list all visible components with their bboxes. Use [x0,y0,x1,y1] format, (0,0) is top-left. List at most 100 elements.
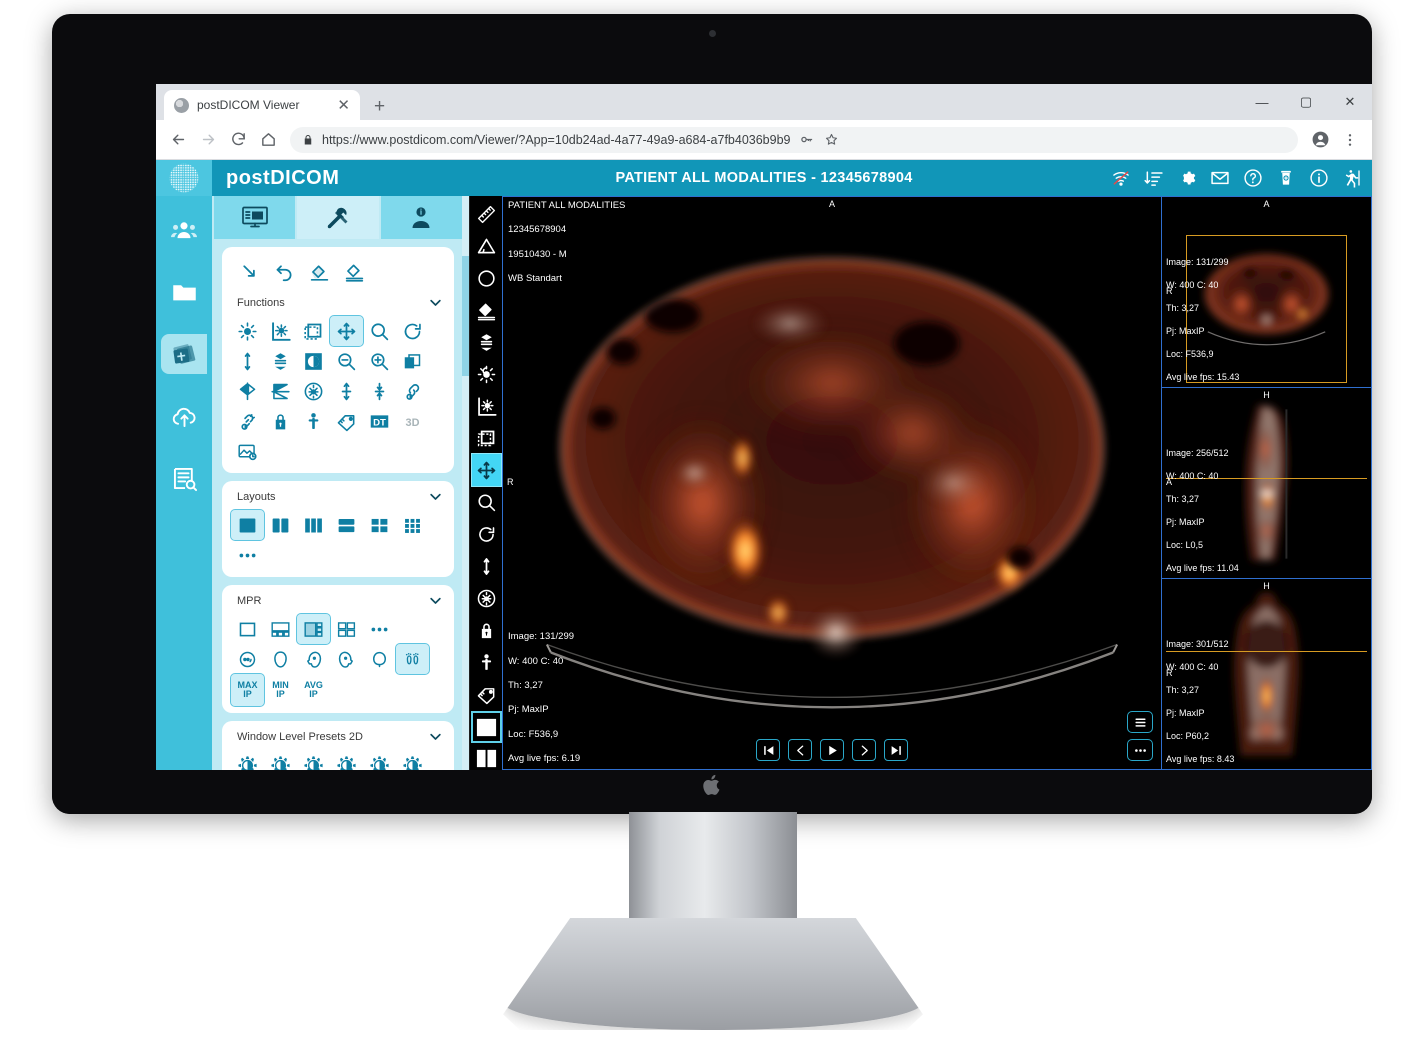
brightness-icon[interactable] [231,316,264,346]
flip-vertical-icon[interactable] [472,550,501,582]
patient-orientation-icon[interactable] [297,406,330,436]
reset-icon[interactable] [297,376,330,406]
sidebar-item-upload[interactable] [161,396,207,436]
close-window-button[interactable]: ✕ [1328,86,1372,118]
minimize-button[interactable]: — [1240,86,1284,118]
layout-1x3-icon[interactable] [297,510,330,540]
minip-button[interactable]: MIN IP [264,674,297,706]
viewport-more-button[interactable] [1127,739,1153,761]
orientation-sagittal-left-icon[interactable] [297,644,330,674]
viewport-menu-button[interactable] [1127,711,1153,733]
profile-icon[interactable] [1306,126,1334,154]
patient-orientation-icon[interactable] [472,646,501,678]
unlink-series-icon[interactable] [231,406,264,436]
cursor-arrow-icon[interactable] [233,256,266,286]
new-tab-button[interactable]: + [374,97,385,116]
last-frame-button[interactable] [884,739,908,761]
thumbnail-viewport-axial[interactable]: A R Image: 131/299 W: 400 C: 40 Th: 3,27… [1162,197,1371,388]
tab-patient-info[interactable]: i [380,196,462,240]
rotate-icon[interactable] [472,518,501,550]
previous-frame-button[interactable] [788,739,812,761]
key-icon[interactable] [799,132,814,147]
mpr-single-icon[interactable] [231,614,264,644]
zoom-icon[interactable] [363,316,396,346]
layout-3x3-icon[interactable] [396,510,429,540]
roi-select-icon[interactable] [297,316,330,346]
mpr-more-icon[interactable] [363,614,396,644]
pan-icon[interactable] [329,315,364,348]
star-icon[interactable] [824,132,839,147]
roi-selection-box[interactable] [1186,235,1347,383]
thumbnail-viewport-coronal[interactable]: H R Image: 301/512 W: 400 C: 40 Th: 3,27… [1162,579,1371,769]
kebab-menu-icon[interactable] [1336,126,1364,154]
window-level-icon[interactable] [472,390,501,422]
layout-more-icon[interactable] [231,540,264,570]
preset-5-icon[interactable] [363,750,396,770]
zoom-icon[interactable] [472,486,501,518]
tab-tools[interactable] [297,196,379,240]
zoom-out-icon[interactable] [330,346,363,376]
delete-study-icon[interactable] [1276,168,1296,188]
chevron-down-icon[interactable] [428,489,443,504]
lock-icon[interactable] [472,614,501,646]
play-button[interactable] [820,739,844,761]
help-icon[interactable] [1243,168,1263,188]
stack-scroll-icon[interactable] [264,346,297,376]
lock-icon[interactable] [264,406,297,436]
fit-window-icon[interactable] [396,346,429,376]
erase-all-icon[interactable] [338,256,371,286]
rotate-icon[interactable] [396,316,429,346]
back-arrow-icon[interactable] [164,126,192,154]
collapse-icon[interactable] [363,376,396,406]
layout-1x1-icon[interactable] [470,711,502,743]
gear-icon[interactable] [1177,168,1197,188]
orientation-sagittal-right-icon[interactable] [330,644,363,674]
thumbnail-viewport-sagittal[interactable]: H A Image: 256/512 W: 400 C: 40 Th: 3,27… [1162,388,1371,579]
roi-select-icon[interactable] [472,422,501,454]
link-series-icon[interactable] [396,376,429,406]
avgip-button[interactable]: AVG IP [297,674,330,706]
tag-icon[interactable] [472,678,501,710]
close-tab-button[interactable]: ✕ [337,98,350,113]
address-bar[interactable]: https://www.postdicom.com/Viewer/?App=10… [290,126,1298,153]
flip-vertical-icon[interactable] [231,346,264,376]
mail-icon[interactable] [1210,168,1230,188]
ellipse-roi-icon[interactable] [472,262,501,294]
exit-icon[interactable] [1342,168,1362,188]
sidebar-item-folders[interactable] [161,272,207,312]
preset-6-icon[interactable] [396,750,429,770]
reset-icon[interactable] [472,582,501,614]
three-d-icon[interactable]: 3D [396,406,429,436]
first-frame-button[interactable] [756,739,780,761]
home-icon[interactable] [254,126,282,154]
chevron-down-icon[interactable] [428,295,443,310]
layout-2x2-icon[interactable] [363,510,396,540]
browser-tab[interactable]: postDICOM Viewer ✕ [164,90,360,120]
tool-panel-scrollbar[interactable] [462,196,469,770]
tab-study[interactable] [214,196,296,240]
sidebar-item-studies[interactable] [161,334,207,374]
flip-vertical-image-icon[interactable] [264,376,297,406]
pan-icon[interactable] [470,453,502,487]
preset-2-icon[interactable] [264,750,297,770]
brightness-icon[interactable] [472,358,501,390]
flip-horizontal-icon[interactable] [231,376,264,406]
ruler-icon[interactable] [472,198,501,230]
mpr-side-stack-icon[interactable] [296,613,331,646]
chevron-down-icon[interactable] [428,593,443,608]
erase-annotation-icon[interactable] [303,256,336,286]
angle-icon[interactable] [472,230,501,262]
orientation-vertex-icon[interactable] [363,644,396,674]
orientation-feet-icon[interactable] [395,643,430,676]
window-level-icon[interactable] [264,316,297,346]
orientation-axial-icon[interactable] [231,644,264,674]
dt-icon[interactable]: DT [363,406,396,436]
vertical-resize-icon[interactable] [330,376,363,406]
chevron-down-icon[interactable] [428,729,443,744]
layout-1x2-icon[interactable] [264,510,297,540]
orientation-coronal-icon[interactable] [264,644,297,674]
wifi-off-icon[interactable] [1111,168,1131,188]
forward-arrow-icon[interactable] [194,126,222,154]
undo-icon[interactable] [268,256,301,286]
sidebar-item-patients[interactable] [161,210,207,250]
